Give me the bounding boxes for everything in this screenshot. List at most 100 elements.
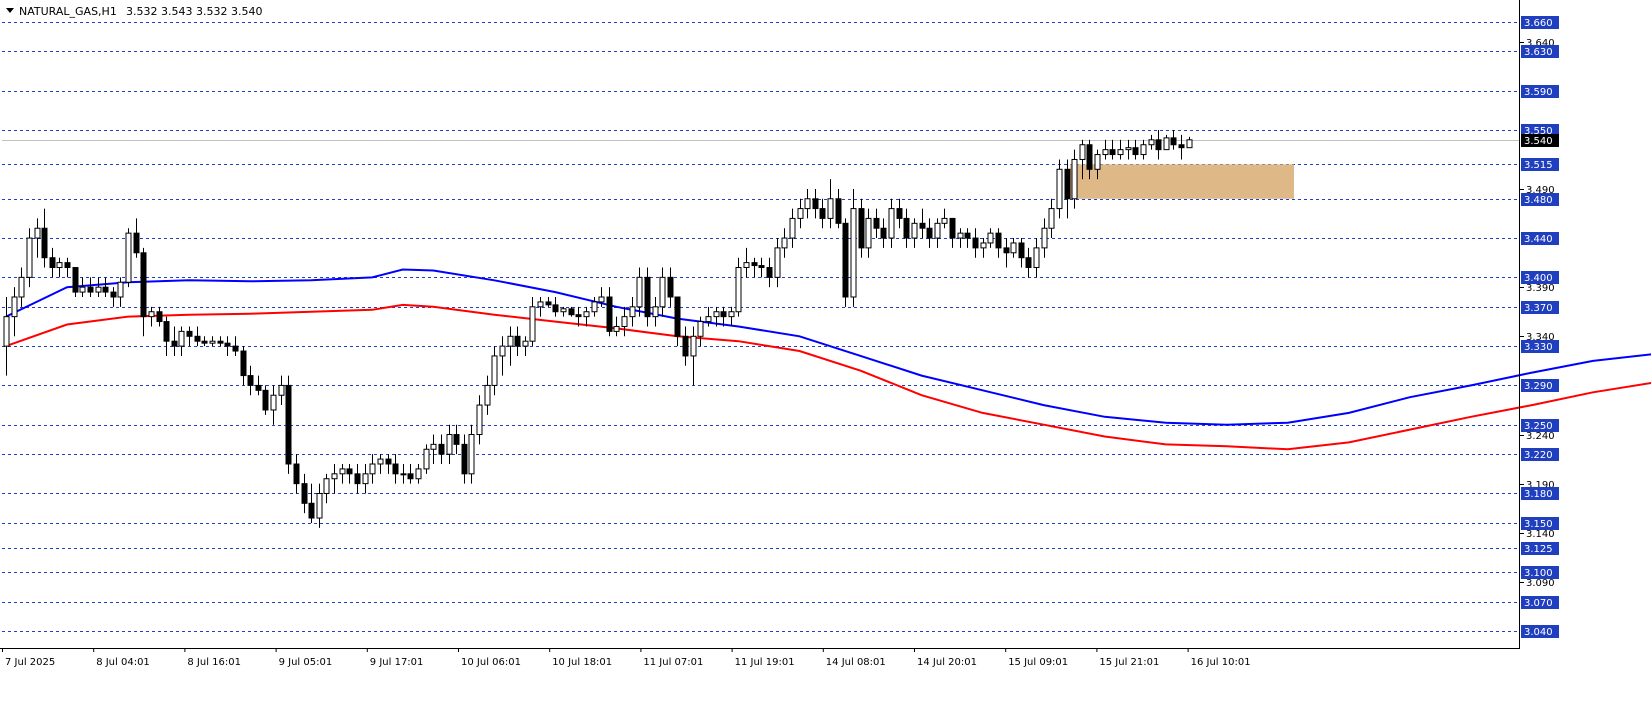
candle-body [1109,149,1116,156]
candle-body [1033,247,1040,269]
candle-body [636,276,643,308]
candle-body [49,257,56,269]
candle-body [1041,227,1048,249]
candle-body [1018,242,1025,259]
candle-body [26,237,33,278]
candle-body [529,306,536,342]
candle-body [674,296,681,337]
level-label: 3.330 [1524,342,1553,353]
candle-body [507,335,514,347]
symbol-timeframe: NATURAL_GAS,H1 [19,5,117,18]
candle-body [1125,147,1132,151]
x-tick-label: 9 Jul 05:01 [279,657,333,668]
x-tick-label: 15 Jul 21:01 [1099,657,1159,668]
candle-body [797,208,804,219]
candle-body [865,217,872,249]
candle-body [949,217,956,239]
candle-body [934,222,941,239]
y-tick-label: 3.240 [1526,431,1555,442]
candle-body [583,311,590,318]
level-label: 3.100 [1524,568,1553,579]
candle-body [941,217,948,224]
candle-body [209,340,216,344]
level-label: 3.180 [1524,489,1553,500]
x-tick-label: 8 Jul 16:01 [187,657,241,668]
candle-body [354,473,361,485]
candle-body [224,342,231,347]
candle-body [690,335,697,357]
chart-window[interactable]: 3.640 3.490 3.390 3.340 3.240 3.190 3.140 3.090… [0,0,1651,705]
candle-body [667,276,674,298]
x-tick-label: 14 Jul 20:01 [917,657,977,668]
level-label: 3.660 [1524,18,1553,29]
candle-body [743,262,750,269]
candle-body [781,237,788,249]
candle-body [911,222,918,239]
candle-body [217,340,224,344]
candle-body [79,286,86,293]
candle-body [1155,139,1162,151]
candle-body [697,321,704,337]
candle-body [339,468,346,475]
candle [72,267,79,297]
candle-body [95,286,102,293]
candle-body [789,217,796,239]
candle-body [835,198,842,224]
candle-body [247,375,254,386]
level-label: 3.125 [1524,544,1553,555]
candle-body [713,311,720,318]
candle-body [64,262,71,269]
x-tick-label: 10 Jul 06:01 [461,657,521,668]
candle-body [285,384,292,465]
candle-body [369,463,376,475]
candle-body [194,335,201,342]
y-tick-label: 3.140 [1526,529,1555,540]
candle-body [575,314,582,318]
zone-rectangle[interactable] [1070,164,1294,199]
candle-body [1094,154,1101,170]
candle-body [621,316,628,327]
candle-body [766,267,773,278]
x-tick-label: 14 Jul 08:01 [826,657,886,668]
candle-body [842,222,849,298]
candle-body [1102,149,1109,156]
candle-body [1010,242,1017,254]
candle [423,444,430,474]
candle-body [568,308,575,316]
price-chart[interactable]: 3.6403.4903.3903.3403.2403.1903.1403.090… [0,0,1651,705]
chart-header: NATURAL_GAS,H1 3.532 3.543 3.532 3.540 [6,5,262,18]
candle-body [468,434,475,475]
candle-body [858,208,865,249]
candle-body [392,463,399,475]
candle-body [415,468,422,480]
candle-body [774,247,781,278]
candle [125,228,132,288]
x-tick-label: 11 Jul 19:01 [735,657,795,668]
candle-body [423,448,430,470]
candle-body [438,443,445,455]
y-tick-label: 3.090 [1526,578,1555,589]
level-label: 3.480 [1524,195,1553,206]
level-label: 3.290 [1524,381,1553,392]
candle-body [1056,168,1063,210]
y-tick-label: 3.390 [1526,283,1555,294]
candle-body [293,463,300,485]
x-tick-label: 9 Jul 17:01 [370,657,424,668]
level-label: 3.440 [1524,234,1553,245]
candle-body [171,340,178,347]
candle-body [522,340,529,347]
level-label: 3.250 [1524,421,1553,432]
candle-body [102,286,109,293]
candle-body [545,301,552,306]
supply-zone [1070,164,1294,199]
candle-body [255,384,262,391]
level-label: 3.630 [1524,47,1553,58]
candle-body [163,321,170,342]
candle-body [537,301,544,308]
candle-body [346,468,353,475]
candle-body [148,311,155,318]
x-tick-label: 7 Jul 2025 [5,657,55,668]
candle-body [491,355,498,386]
candle-body [125,232,132,283]
candle-body [446,434,453,455]
